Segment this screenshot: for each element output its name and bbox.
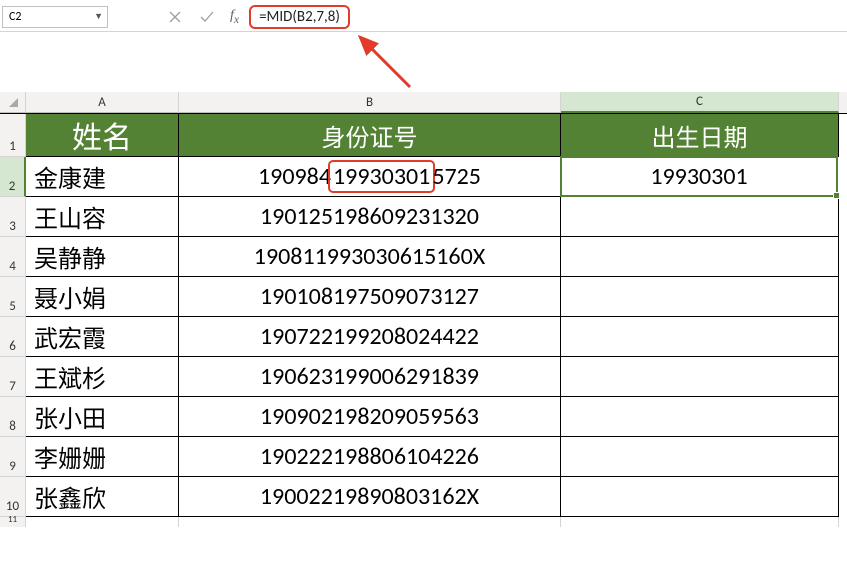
fill-handle[interactable] [833,192,840,199]
row-number-3[interactable]: 3 [0,197,26,237]
spreadsheet-grid: A B C 1 姓名 身份证号 出生日期 2 金康建 1909841993030… [0,92,847,527]
name-box[interactable]: C2 ▼ [2,6,108,28]
table-row: 4 吴静静 190811993030615160X [0,237,847,277]
header-cell-id[interactable]: 身份证号 [179,114,561,157]
row-number-4[interactable]: 4 [0,237,26,277]
cell-A11[interactable] [26,517,179,527]
table-row: 10 张鑫欣 19002219890803162X [0,477,847,517]
cell-C3[interactable] [561,197,839,237]
cell-A6[interactable]: 武宏霞 [26,317,179,357]
cell-C7[interactable] [561,357,839,397]
cell-B8[interactable]: 190902198209059563 [179,397,561,437]
column-header-B[interactable]: B [179,92,561,113]
row-number-1[interactable]: 1 [0,114,26,157]
cell-C6[interactable] [561,317,839,357]
cell-B9[interactable]: 190222198806104226 [179,437,561,477]
formula-highlight-box: =MID(B2,7,8) [249,5,350,29]
column-header-A[interactable]: A [26,92,179,113]
table-row: 2 金康建 190984199303015725 19930301 [0,157,847,197]
table-row: 11 [0,517,847,527]
cell-A7[interactable]: 王斌杉 [26,357,179,397]
cell-C11[interactable] [561,517,839,527]
cell-C5[interactable] [561,277,839,317]
cell-A3[interactable]: 王山容 [26,197,179,237]
row-number-6[interactable]: 6 [0,317,26,357]
row-number-10[interactable]: 10 [0,477,26,517]
cell-C4[interactable] [561,237,839,277]
cell-B4[interactable]: 190811993030615160X [179,237,561,277]
enter-icon[interactable] [200,10,214,24]
row-number-9[interactable]: 9 [0,437,26,477]
cell-B5[interactable]: 190108197509073127 [179,277,561,317]
formula-bar: C2 ▼ fx =MID(B2,7,8) [0,0,847,32]
cell-C9[interactable] [561,437,839,477]
row-number-7[interactable]: 7 [0,357,26,397]
cell-A10[interactable]: 张鑫欣 [26,477,179,517]
formula-bar-buttons [168,10,214,24]
header-cell-name[interactable]: 姓名 [26,114,179,157]
fx-icon[interactable]: fx [230,8,239,26]
cancel-icon[interactable] [168,10,182,24]
row-number-2[interactable]: 2 [0,157,26,197]
table-row: 1 姓名 身份证号 出生日期 [0,114,847,157]
table-row: 5 聂小娟 190108197509073127 [0,277,847,317]
formula-input[interactable]: =MID(B2,7,8) [259,8,340,26]
cell-B11[interactable] [179,517,561,527]
cell-A5[interactable]: 聂小娟 [26,277,179,317]
cell-B2[interactable]: 190984199303015725 [179,157,561,197]
data-rows: 1 姓名 身份证号 出生日期 2 金康建 190984199303015725 … [0,113,847,527]
row-number-5[interactable]: 5 [0,277,26,317]
name-box-dropdown-icon[interactable]: ▼ [94,11,103,22]
table-row: 3 王山容 190125198609231320 [0,197,847,237]
id-dob-highlight: 19930301 [328,160,435,193]
table-row: 8 张小田 190902198209059563 [0,397,847,437]
column-header-C[interactable]: C [561,92,839,113]
cell-B7[interactable]: 190623199006291839 [179,357,561,397]
select-all-cell[interactable] [0,92,26,113]
cell-reference: C2 [9,10,21,24]
header-cell-dob[interactable]: 出生日期 [561,114,839,157]
cell-C2-value: 19930301 [650,162,747,191]
cell-B3[interactable]: 190125198609231320 [179,197,561,237]
cell-C2[interactable]: 19930301 [560,156,838,197]
id-suffix: 5725 [432,162,481,191]
row-number-8[interactable]: 8 [0,397,26,437]
table-row: 7 王斌杉 190623199006291839 [0,357,847,397]
column-header-row: A B C [0,92,847,113]
cell-A8[interactable]: 张小田 [26,397,179,437]
id-prefix: 190984 [258,162,331,191]
row-number-11[interactable]: 11 [0,517,26,527]
table-row: 9 李姗姗 190222198806104226 [0,437,847,477]
cell-B6[interactable]: 190722199208024422 [179,317,561,357]
cell-B10[interactable]: 19002219890803162X [179,477,561,517]
cell-A4[interactable]: 吴静静 [26,237,179,277]
cell-A9[interactable]: 李姗姗 [26,437,179,477]
cell-C8[interactable] [561,397,839,437]
table-row: 6 武宏霞 190722199208024422 [0,317,847,357]
cell-C10[interactable] [561,477,839,517]
cell-A2[interactable]: 金康建 [26,157,179,197]
annotation-arrow [342,31,432,93]
